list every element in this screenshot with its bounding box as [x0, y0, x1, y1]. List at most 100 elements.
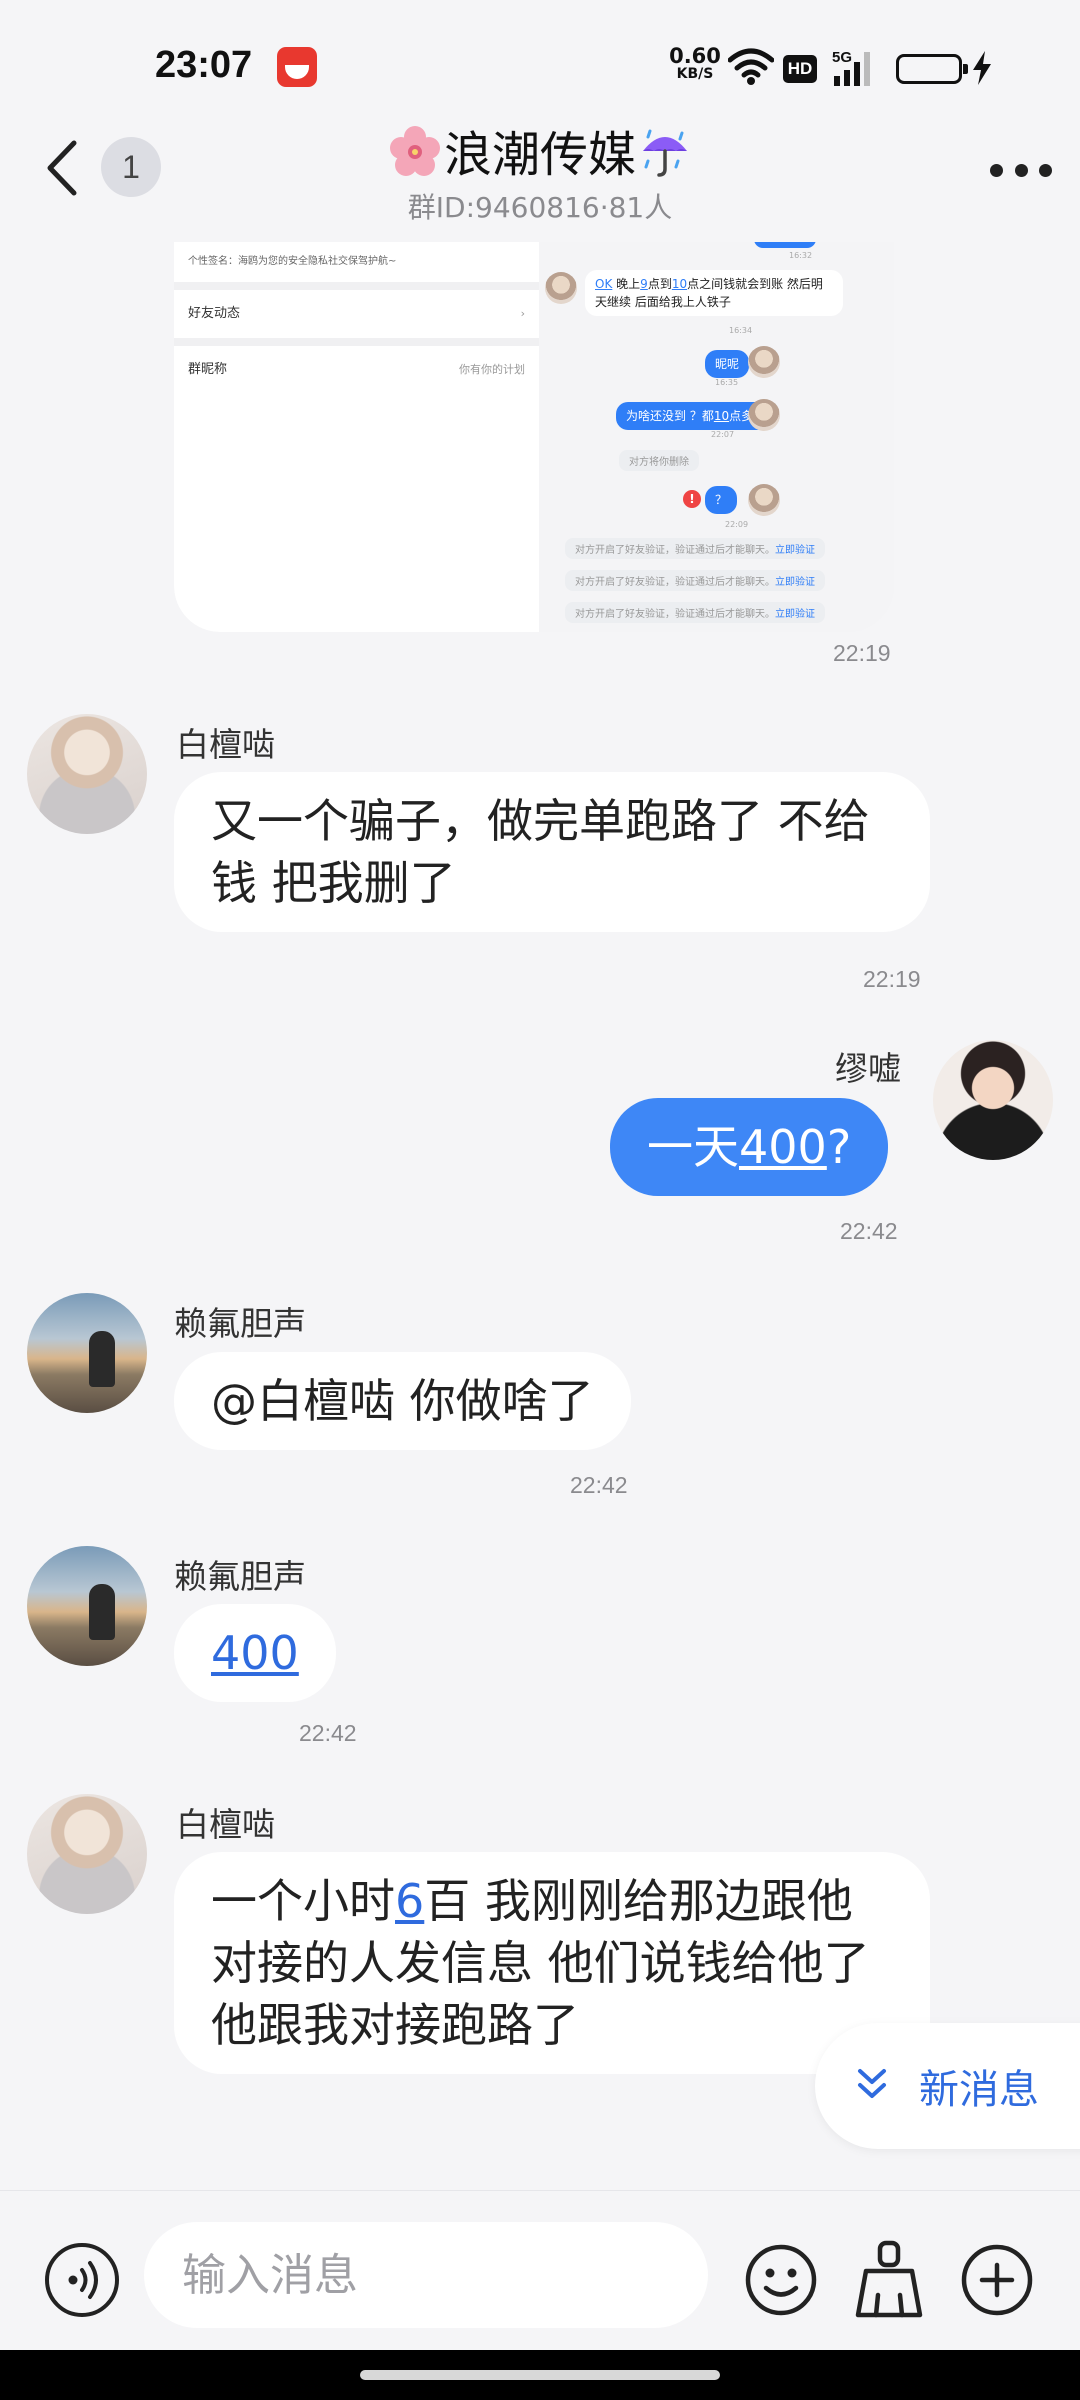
screenshot-time: 22:07 — [711, 430, 735, 439]
network-speed-unit: KB/S — [676, 66, 714, 82]
cherry-blossom-icon — [389, 126, 440, 176]
more-dot-icon — [1039, 163, 1052, 177]
sender-name[interactable]: 赖氟胆声 — [174, 1297, 306, 1345]
screenshot-row-value: 你有你的计划 — [459, 363, 525, 376]
new-message-button[interactable]: 新消息 — [815, 2023, 1080, 2149]
screenshot-verify-notice: 对方开启了好友验证，验证通过后才能聊天。立即验证 — [565, 570, 825, 591]
number-link[interactable]: 400 — [211, 1626, 299, 1680]
chat-header: 1 浪潮传媒 群ID:9460816·81人 — [0, 120, 1080, 230]
avatar[interactable] — [27, 1794, 147, 1914]
screenshot-verify-notice: 对方开启了好友验证，验证通过后才能聊天。立即验证 — [565, 538, 825, 559]
screenshot-error-icon: ! — [683, 490, 701, 508]
screenshot-bubble-cut — [754, 242, 816, 248]
group-title[interactable]: 浪潮传媒 — [0, 120, 1080, 190]
message-time: 22:19 — [863, 966, 921, 992]
screenshot-text: 点到 — [647, 277, 672, 291]
network-speed: 0.60 KB/S — [665, 44, 725, 82]
battery-icon — [896, 54, 968, 84]
screenshot-system-notice: 对方将你删除 — [619, 450, 699, 471]
new-message-label: 新消息 — [919, 2067, 1039, 2113]
more-options-button[interactable] — [990, 160, 1052, 180]
home-gesture-handle[interactable] — [360, 2370, 720, 2380]
screenshot-time: 16:35 — [715, 378, 739, 387]
broom-icon[interactable] — [852, 2239, 926, 2319]
avatar[interactable] — [27, 714, 147, 834]
screenshot-text: 为啥还没到 ？都 — [626, 409, 714, 423]
screenshot-verify-link: 立即验证 — [775, 609, 815, 620]
screenshot-row-signature: 个性签名：海鸥为您的安全隐私社交保驾护航~ — [174, 242, 539, 282]
message-bubble-self[interactable]: 一天400? — [610, 1098, 889, 1196]
screenshot-time: 22:09 — [725, 520, 749, 529]
message-bubble[interactable]: 400 — [174, 1604, 336, 1702]
screenshot-avatar — [748, 346, 780, 378]
screenshot-verify-text: 对方开启了好友验证，验证通过后才能聊天。 — [575, 609, 775, 620]
status-time: 23:07 — [155, 44, 253, 86]
message-time: 22:42 — [299, 1720, 357, 1746]
avatar[interactable] — [27, 1546, 147, 1666]
sender-name[interactable]: 缪嘘 — [835, 1042, 901, 1090]
message-input[interactable] — [144, 2222, 708, 2328]
screenshot-time: 16:34 — [729, 326, 753, 335]
message-time: 22:42 — [570, 1472, 628, 1498]
screenshot-bubble-out: 昵呢 — [705, 350, 750, 378]
hd-badge: HD — [783, 55, 817, 83]
screenshot-verify-text: 对方开启了好友验证，验证通过后才能聊天。 — [575, 545, 775, 556]
sender-name[interactable]: 赖氟胆声 — [174, 1550, 306, 1598]
group-id-member-count: 群ID:9460816·81人 — [407, 191, 673, 224]
network-type-label: 5G — [832, 49, 852, 66]
message-time: 22:42 — [840, 1218, 898, 1244]
message-bubble[interactable]: 又一个骗子，做完单跑路了 不给钱 把我删了 — [174, 772, 930, 932]
message-bubble[interactable]: @白檀啮 你做啥了 — [174, 1352, 631, 1450]
wifi-icon — [728, 48, 774, 85]
message-text: ? — [826, 1120, 852, 1174]
more-dot-icon — [1014, 163, 1028, 177]
screenshot-num: 10 — [671, 277, 688, 291]
screenshot-avatar — [545, 272, 577, 304]
screenshot-divider — [174, 338, 539, 346]
emoji-button[interactable] — [744, 2243, 818, 2317]
signal-5g-icon: 5G — [832, 49, 870, 86]
message-text: 一个小时 — [211, 1874, 395, 1928]
image-message-screenshot[interactable]: 个性签名：海鸥为您的安全隐私社交保驾护航~ 好友动态 › 群昵称 你有你的计划 … — [174, 242, 894, 632]
group-name: 浪潮传媒 — [443, 127, 636, 183]
sender-name[interactable]: 白檀啮 — [176, 1798, 275, 1846]
screenshot-chat-panel: 16:32 OK 晚上9点到10点之间钱就会到账 然后明天继续 后面给我上人铁子… — [539, 242, 894, 632]
screenshot-row-label: 好友动态 — [188, 306, 241, 321]
charging-bolt-icon — [973, 51, 991, 85]
avatar[interactable] — [27, 1293, 147, 1413]
plus-button[interactable] — [960, 2243, 1034, 2317]
screenshot-bubble-in: OK 晚上9点到10点之间钱就会到账 然后明天继续 后面给我上人铁子 — [585, 270, 843, 316]
app-notification-icon — [277, 47, 317, 87]
screenshot-verify-link: 立即验证 — [775, 545, 815, 556]
input-bar — [0, 2190, 1080, 2350]
network-speed-value: 0.60 — [669, 44, 721, 68]
screenshot-num: 10 — [713, 409, 730, 423]
status-bar: 23:07 0.60 KB/S HD 5G — [0, 0, 1080, 120]
voice-icon — [68, 2261, 98, 2299]
screenshot-avatar — [748, 399, 780, 431]
umbrella-rain-icon — [643, 129, 687, 177]
message-text: 一天 — [647, 1120, 739, 1174]
screenshot-ok: OK — [595, 277, 613, 291]
screenshot-divider — [174, 282, 539, 290]
screenshot-row-label: 个性签名：海鸥为您的安全隐私社交保驾护航~ — [188, 256, 397, 267]
screenshot-time: 16:32 — [789, 251, 813, 260]
sender-name[interactable]: 白檀啮 — [176, 718, 275, 766]
voice-button[interactable] — [45, 2243, 119, 2317]
screenshot-text: 晚上 — [616, 277, 641, 291]
screenshot-verify-text: 对方开启了好友验证，验证通过后才能聊天。 — [575, 577, 775, 588]
screenshot-row-nickname: 群昵称 你有你的计划 — [174, 346, 539, 394]
message-bubble[interactable]: 一个小时6百 我刚刚给那边跟他对接的人发信息 他们说钱给他了 他跟我对接跑路了 — [174, 1852, 930, 2074]
screenshot-profile-panel: 个性签名：海鸥为您的安全隐私社交保驾护航~ 好友动态 › 群昵称 你有你的计划 — [174, 242, 539, 632]
avatar-self[interactable] — [933, 1040, 1053, 1160]
screenshot-num: 9 — [640, 277, 648, 291]
screenshot-bubble-out: ？ — [705, 486, 738, 514]
screenshot-row-value: › — [520, 307, 525, 320]
more-dot-icon — [990, 163, 1003, 177]
number-link[interactable]: 6 — [395, 1874, 424, 1928]
screenshot-row-label: 群昵称 — [188, 362, 228, 377]
screenshot-avatar — [748, 484, 780, 516]
number-link[interactable]: 400 — [739, 1120, 827, 1174]
double-chevron-down-icon — [858, 2069, 886, 2098]
system-nav-bar — [0, 2350, 1080, 2400]
